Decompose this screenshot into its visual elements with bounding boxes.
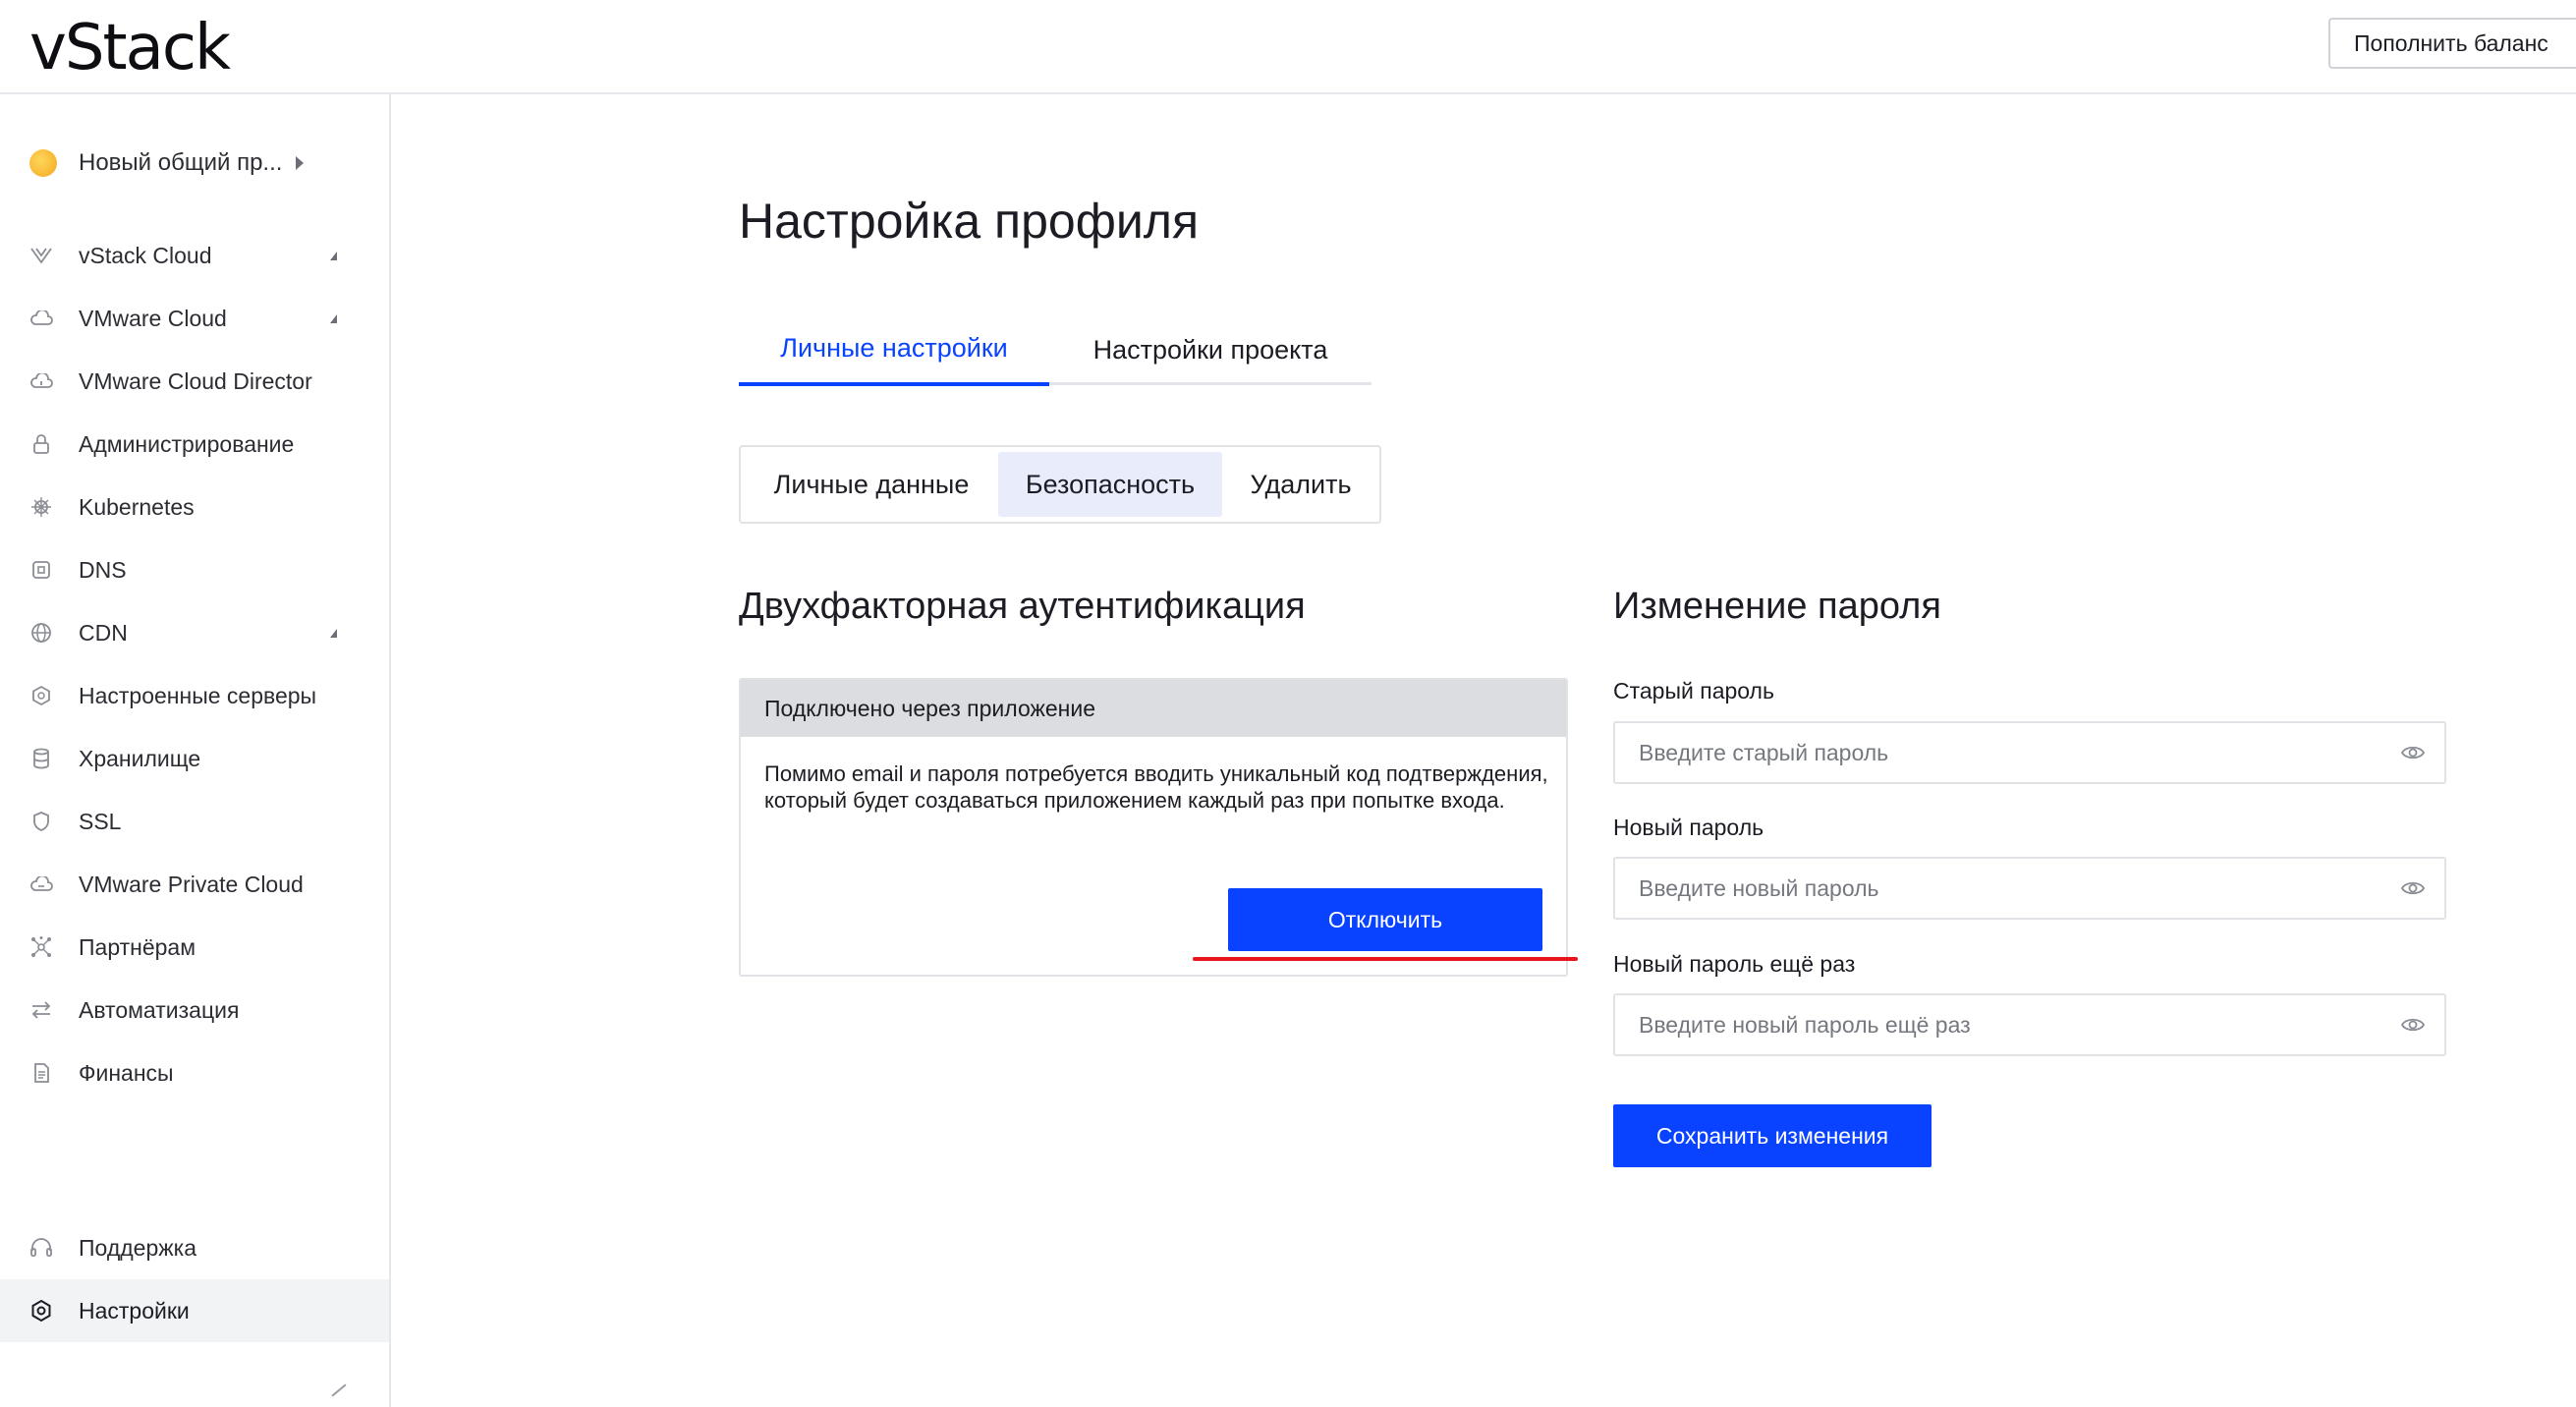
sidebar-item-label: VMware Cloud xyxy=(79,305,227,331)
eye-icon[interactable] xyxy=(2400,878,2426,898)
sidebar-item-finance[interactable]: Финансы xyxy=(0,1041,389,1104)
repeat-password-field xyxy=(1613,993,2446,1056)
private-cloud-icon xyxy=(29,872,53,896)
project-avatar-icon xyxy=(29,149,57,177)
change-password-title: Изменение пароля xyxy=(1613,586,1941,627)
settings-tabs: Личные настройки Настройки проекта xyxy=(739,314,1372,386)
segment-delete[interactable]: Удалить xyxy=(1222,452,1379,517)
document-icon xyxy=(29,1061,53,1085)
vstack-logo[interactable]: vStack xyxy=(29,12,231,84)
sidebar-item-label: Партнёрам xyxy=(79,933,196,960)
old-password-field xyxy=(1613,721,2446,784)
dns-icon xyxy=(29,558,53,582)
arrows-swap-icon xyxy=(29,998,53,1022)
sidebar-item-label: Kubernetes xyxy=(79,493,195,520)
server-cube-icon xyxy=(29,684,53,707)
page-title: Настройка профиля xyxy=(739,194,1200,249)
sidebar-item-label: Поддержка xyxy=(79,1234,196,1261)
sidebar-item-label: Финансы xyxy=(79,1059,174,1086)
new-password-field xyxy=(1613,857,2446,920)
sidebar-item-storage[interactable]: Хранилище xyxy=(0,727,389,790)
segment-personal-data[interactable]: Личные данные xyxy=(745,452,998,517)
disable-2fa-button[interactable]: Отключить xyxy=(1228,888,1542,951)
sidebar-item-label: Автоматизация xyxy=(79,996,240,1023)
new-password-input[interactable] xyxy=(1615,859,2362,918)
tab-personal-settings[interactable]: Личные настройки xyxy=(739,314,1049,386)
segment-security[interactable]: Безопасность xyxy=(998,452,1222,517)
sidebar-item-automation[interactable]: Автоматизация xyxy=(0,979,389,1041)
gear-icon xyxy=(29,1299,53,1323)
highlight-underline xyxy=(1193,957,1578,961)
sidebar-item-label: VMware Cloud Director xyxy=(79,367,312,394)
sidebar-item-label: CDN xyxy=(79,619,128,646)
top-header: vStack Пополнить баланс xyxy=(0,0,2576,94)
sidebar-item-vmware-private-cloud[interactable]: VMware Private Cloud xyxy=(0,853,389,916)
sidebar-item-vmware-cloud[interactable]: VMware Cloud xyxy=(0,287,389,350)
sidebar-item-ssl[interactable]: SSL xyxy=(0,790,389,853)
caret-up-icon xyxy=(330,251,337,260)
two-factor-description: Помимо email и пароля потребуется вводит… xyxy=(764,761,1548,813)
cloud-director-icon xyxy=(29,369,53,393)
sidebar-item-label: Настроенные серверы xyxy=(79,682,317,708)
collapse-sidebar-icon[interactable] xyxy=(331,1383,347,1397)
eye-icon[interactable] xyxy=(2400,743,2426,762)
save-changes-button[interactable]: Сохранить изменения xyxy=(1613,1104,1932,1167)
headset-icon xyxy=(29,1236,53,1260)
sidebar-item-administration[interactable]: Администрирование xyxy=(0,413,389,476)
caret-up-icon xyxy=(330,628,337,638)
topup-balance-button[interactable]: Пополнить баланс xyxy=(2328,18,2576,69)
two-factor-status: Подключено через приложение xyxy=(741,680,1566,737)
eye-icon[interactable] xyxy=(2400,1015,2426,1035)
vstack-logo-icon xyxy=(29,244,53,267)
sidebar-item-label: Администрирование xyxy=(79,430,295,457)
sidebar-item-label: SSL xyxy=(79,808,122,834)
shield-icon xyxy=(29,810,53,833)
old-password-label: Старый пароль xyxy=(1613,678,1774,704)
sidebar-item-label: Хранилище xyxy=(79,745,201,771)
sidebar-item-configured-servers[interactable]: Настроенные серверы xyxy=(0,664,389,727)
section-switcher: Личные данные Безопасность Удалить xyxy=(739,445,1381,524)
two-factor-title: Двухфакторная аутентификация xyxy=(739,586,1306,627)
helm-icon xyxy=(29,495,53,519)
lock-icon xyxy=(29,432,53,456)
old-password-input[interactable] xyxy=(1615,723,2362,782)
project-selector[interactable]: Новый общий пр... xyxy=(29,143,305,183)
sidebar-item-settings[interactable]: Настройки xyxy=(0,1279,389,1342)
project-name: Новый общий пр... xyxy=(79,149,283,176)
sidebar-item-label: VMware Private Cloud xyxy=(79,871,304,897)
sidebar-item-label: DNS xyxy=(79,556,127,583)
database-icon xyxy=(29,747,53,770)
sidebar-item-dns[interactable]: DNS xyxy=(0,538,389,601)
two-factor-card: Подключено через приложение Помимо email… xyxy=(739,678,1568,977)
sidebar: Новый общий пр... vStack Cloud VMware Cl… xyxy=(0,94,391,1407)
repeat-password-input[interactable] xyxy=(1615,995,2362,1054)
chevron-right-icon xyxy=(296,156,305,170)
repeat-password-label: Новый пароль ещё раз xyxy=(1613,951,1856,977)
partners-icon xyxy=(29,935,53,959)
sidebar-item-vstack-cloud[interactable]: vStack Cloud xyxy=(0,224,389,287)
sidebar-item-support[interactable]: Поддержка xyxy=(0,1216,389,1279)
cloud-icon xyxy=(29,307,53,330)
sidebar-item-label: vStack Cloud xyxy=(79,242,212,268)
sidebar-item-partners[interactable]: Партнёрам xyxy=(0,916,389,979)
new-password-label: Новый пароль xyxy=(1613,815,1764,840)
caret-up-icon xyxy=(330,313,337,323)
sidebar-item-vmware-cloud-director[interactable]: VMware Cloud Director xyxy=(0,350,389,413)
sidebar-item-kubernetes[interactable]: Kubernetes xyxy=(0,476,389,538)
sidebar-item-cdn[interactable]: CDN xyxy=(0,601,389,664)
tab-project-settings[interactable]: Настройки проекта xyxy=(1049,314,1372,385)
sidebar-item-label: Настройки xyxy=(79,1297,190,1323)
globe-icon xyxy=(29,621,53,645)
